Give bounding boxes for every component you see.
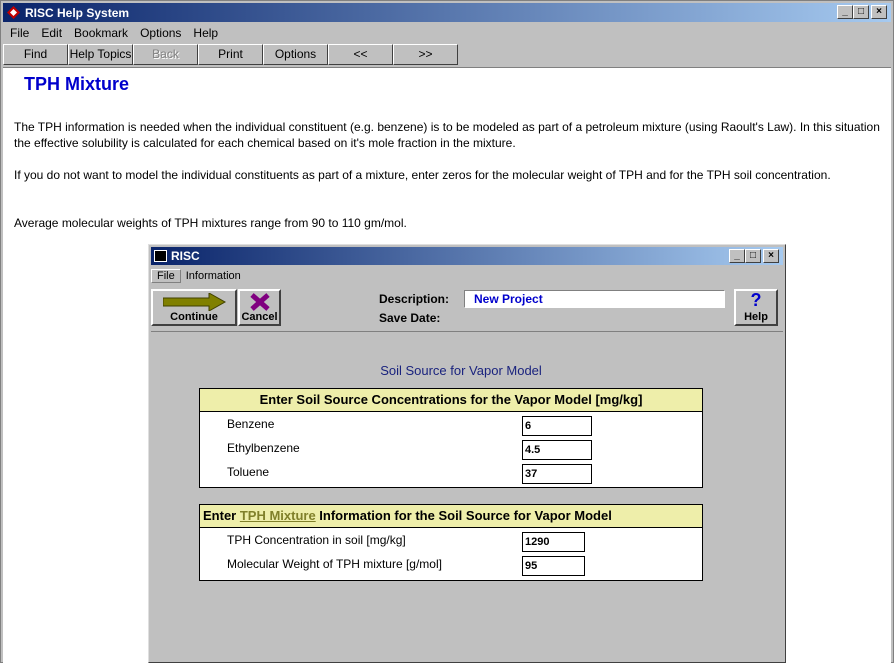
cancel-button[interactable]: Cancel	[238, 289, 281, 326]
tph-heading-suffix: Information for the Soil Source for Vapo…	[315, 508, 612, 523]
tph-panel: Enter TPH Mixture Information for the So…	[199, 504, 703, 581]
close-button[interactable]: ×	[871, 5, 887, 19]
concentration-panel: Enter Soil Source Concentrations for the…	[199, 388, 703, 488]
help-paragraph-2: If you do not want to model the individu…	[14, 168, 831, 182]
tph-molecular-weight-label: Molecular Weight of TPH mixture [g/mol]	[227, 557, 442, 571]
help-label: Help	[744, 311, 768, 323]
risc-menu-information[interactable]: Information	[181, 270, 246, 282]
description-field[interactable]	[464, 290, 725, 308]
menu-bar: File Edit Bookmark Options Help	[3, 23, 891, 42]
tph-molecular-weight-input[interactable]	[522, 556, 585, 576]
risc-app-icon	[154, 250, 167, 262]
help-topic-title: TPH Mixture	[24, 74, 130, 94]
risc-title-bar[interactable]: RISC _ □ ×	[151, 247, 783, 265]
chemical-label-benzene: Benzene	[227, 417, 275, 431]
next-topic-button[interactable]: >>	[393, 44, 458, 65]
cancel-label: Cancel	[241, 311, 278, 323]
options-button[interactable]: Options	[263, 44, 328, 65]
help-paragraph-1: The TPH information is needed when the i…	[14, 120, 880, 150]
tph-concentration-input[interactable]	[522, 532, 585, 552]
x-cancel-icon	[250, 293, 270, 311]
risc-window: RISC _ □ × File Information Continue Can…	[148, 244, 786, 663]
continue-label: Continue	[170, 311, 218, 323]
menu-file[interactable]: File	[3, 26, 35, 40]
tph-mixture-link[interactable]: TPH Mixture	[240, 508, 316, 523]
risc-menu-file[interactable]: File	[151, 269, 181, 283]
ethylbenzene-concentration-input[interactable]	[522, 440, 592, 460]
minimize-button[interactable]: _	[837, 5, 853, 19]
menu-edit[interactable]: Edit	[35, 26, 68, 40]
arrow-right-icon	[163, 293, 227, 311]
continue-button[interactable]: Continue	[151, 289, 237, 326]
tph-concentration-label: TPH Concentration in soil [mg/kg]	[227, 533, 406, 547]
help-button[interactable]: ? Help	[734, 289, 778, 326]
risc-form-area: Soil Source for Vapor Model Enter Soil S…	[151, 331, 783, 662]
risc-toolbar: Continue Cancel Description: Save Date: …	[151, 288, 783, 329]
risc-minimize-button[interactable]: _	[729, 249, 745, 263]
tph-heading-prefix: Enter	[203, 508, 240, 523]
save-date-label: Save Date:	[379, 311, 441, 325]
risc-window-title: RISC	[171, 249, 200, 263]
help-app-icon	[7, 6, 20, 19]
menu-help[interactable]: Help	[187, 26, 224, 40]
menu-options[interactable]: Options	[134, 26, 187, 40]
toluene-concentration-input[interactable]	[522, 464, 592, 484]
window-title: RISC Help System	[25, 6, 130, 20]
help-paragraph-3: Average molecular weights of TPH mixture…	[14, 216, 407, 230]
print-button[interactable]: Print	[198, 44, 263, 65]
menu-bookmark[interactable]: Bookmark	[68, 26, 134, 40]
title-bar[interactable]: RISC Help System _ □ ×	[3, 3, 891, 22]
chemical-label-toluene: Toluene	[227, 465, 270, 479]
risc-menu-bar: File Information	[151, 267, 246, 285]
risc-maximize-button[interactable]: □	[745, 249, 761, 263]
find-button[interactable]: Find	[3, 44, 68, 65]
help-toolbar: Find Help Topics Back Print Options << >…	[3, 44, 458, 65]
chemical-label-ethylbenzene: Ethylbenzene	[227, 441, 300, 455]
risc-close-button[interactable]: ×	[763, 249, 779, 263]
concentration-panel-heading: Enter Soil Source Concentrations for the…	[200, 389, 702, 412]
benzene-concentration-input[interactable]	[522, 416, 592, 436]
question-mark-icon: ?	[750, 290, 762, 310]
previous-topic-button[interactable]: <<	[328, 44, 393, 65]
help-topics-button[interactable]: Help Topics	[68, 44, 133, 65]
back-button[interactable]: Back	[133, 44, 198, 65]
tph-panel-heading: Enter TPH Mixture Information for the So…	[200, 505, 702, 528]
section-title: Soil Source for Vapor Model	[380, 363, 542, 378]
maximize-button[interactable]: □	[853, 5, 869, 19]
description-label: Description:	[379, 292, 450, 306]
